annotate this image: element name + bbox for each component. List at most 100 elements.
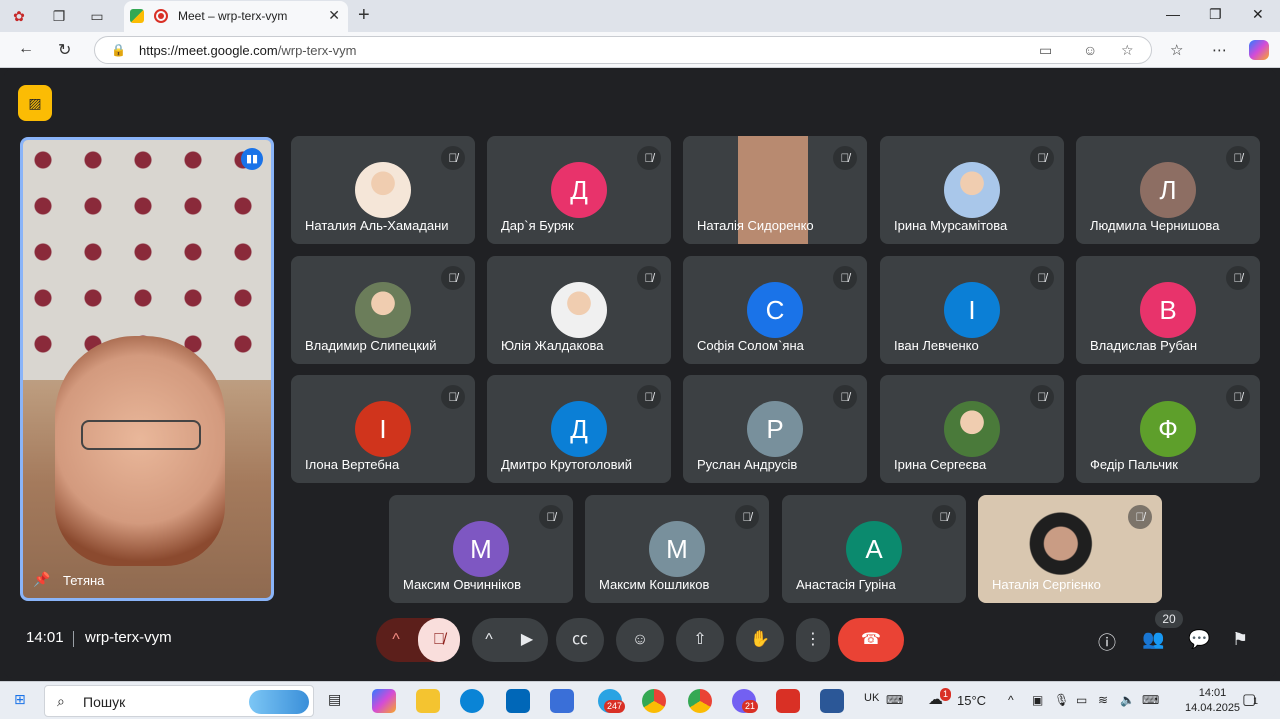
restore-icon[interactable]: ❐	[1209, 6, 1222, 23]
close-tab-icon[interactable]: ✕	[328, 7, 340, 24]
participant-avatar-photo	[355, 162, 411, 218]
muted-mic-icon: 🎙̸	[1128, 505, 1152, 529]
people-icon[interactable]: 👥	[1142, 629, 1164, 650]
keyboard-layout-icon[interactable]: ⌨	[1142, 693, 1159, 707]
raise-hand-button[interactable]: ✋	[736, 618, 784, 662]
camera-button[interactable]: ▶	[506, 618, 548, 662]
reload-icon[interactable]: ↻	[58, 40, 71, 60]
participant-tile[interactable]: 🎙̸ Юлія Жалдакова	[487, 256, 671, 364]
edge-icon[interactable]	[460, 689, 484, 713]
present-button[interactable]: ⇧	[676, 618, 724, 662]
close-window-icon[interactable]: ✕	[1252, 6, 1264, 23]
participant-tile[interactable]: Л 🎙̸ Людмила Чернишова	[1076, 136, 1260, 244]
captions-button[interactable]: ㏄	[556, 618, 604, 662]
more-options-button[interactable]: ⋮	[796, 618, 830, 662]
address-bar[interactable]: 🔒 https://meet.google.com/wrp-terx-vym ▭…	[94, 36, 1152, 64]
audio-options-chevron-icon[interactable]: ^	[376, 618, 416, 662]
participant-tile[interactable]: 🎙̸ Владимир Слипецкий	[291, 256, 475, 364]
participant-tile[interactable]: І 🎙̸ Іван Левченко	[880, 256, 1064, 364]
favorites-icon[interactable]: ☆	[1170, 41, 1183, 59]
keyboard-icon[interactable]: ⌨	[886, 693, 903, 707]
participant-tile[interactable]: 🎙̸ Наталія Сергієнко	[978, 495, 1162, 603]
participant-avatar: С	[747, 282, 803, 338]
participant-tile[interactable]: 🎙̸ Ірина Сергеєва	[880, 375, 1064, 483]
tray-date: 14.04.2025	[1185, 702, 1241, 714]
participant-tile[interactable]: Д 🎙̸ Дмитро Крутоголовий	[487, 375, 671, 483]
meeting-info-icon[interactable]: ⓘ	[1098, 629, 1116, 655]
participant-avatar-photo	[355, 282, 411, 338]
more-menu-icon[interactable]: ⋯	[1212, 41, 1227, 59]
camera-off-badge-icon[interactable]: ▨	[18, 85, 52, 121]
copilot-taskbar-icon[interactable]	[372, 689, 396, 713]
volume-icon[interactable]: 🔈	[1120, 693, 1135, 707]
activities-icon[interactable]: ⚑	[1232, 629, 1248, 650]
participant-name: Анастасія Гуріна	[796, 577, 896, 592]
participant-tile[interactable]: Д 🎙̸ Дар`я Буряк	[487, 136, 671, 244]
new-tab-icon[interactable]: +	[358, 4, 370, 27]
workspaces-icon[interactable]: ❐	[48, 6, 70, 26]
profile-icon[interactable]: ✿	[8, 6, 30, 26]
start-windows-icon[interactable]: ⊞	[14, 691, 26, 711]
pin-icon[interactable]: 📌	[33, 571, 50, 588]
tray-chevron-icon[interactable]: ^	[1008, 693, 1014, 707]
self-video-tile[interactable]: ▮▮ 📌 Тетяна	[20, 137, 274, 601]
chrome-icon[interactable]	[642, 689, 666, 713]
tray-clock[interactable]: 14:01 14.04.2025	[1185, 686, 1240, 716]
copilot-icon[interactable]	[1249, 40, 1269, 60]
muted-mic-icon: 🎙̸	[1030, 146, 1054, 170]
lock-icon[interactable]: 🔒	[111, 43, 126, 57]
chrome-profile-icon[interactable]	[688, 689, 712, 713]
participant-tile[interactable]: Р 🎙̸ Руслан Андрусів	[683, 375, 867, 483]
taskbar-search[interactable]: ⌕ Пошук	[44, 685, 314, 717]
self-video-glasses	[81, 420, 201, 450]
acrobat-icon[interactable]	[776, 689, 800, 713]
participant-avatar: М	[453, 521, 509, 577]
participant-tile[interactable]: В 🎙̸ Владислав Рубан	[1076, 256, 1260, 364]
participant-name: Федір Пальчик	[1090, 457, 1178, 472]
participant-tile[interactable]: 🎙̸ Наталия Аль-Хамадани	[291, 136, 475, 244]
mic-off-button[interactable]: 🎙̸	[418, 618, 460, 662]
participant-tile[interactable]: А 🎙̸ Анастасія Гуріна	[782, 495, 966, 603]
participant-name: Ілона Вертебна	[305, 457, 400, 472]
camera-tray-icon[interactable]: ▣	[1032, 693, 1043, 707]
participant-tile[interactable]: Ф 🎙̸ Федір Пальчик	[1076, 375, 1260, 483]
task-view-icon[interactable]: ▤	[328, 691, 341, 711]
minimize-icon[interactable]: —	[1166, 6, 1180, 22]
video-options-chevron-icon[interactable]: ^	[472, 618, 506, 662]
participant-tile[interactable]: І 🎙̸ Ілона Вертебна	[291, 375, 475, 483]
chat-icon[interactable]: 💬	[1188, 629, 1210, 650]
tab-meet[interactable]: Meet – wrp-terx-vym ✕	[124, 1, 348, 32]
muted-mic-icon: 🎙̸	[441, 385, 465, 409]
back-icon[interactable]: ←	[18, 40, 34, 58]
search-icon: ⌕	[57, 693, 65, 709]
favorite-star-icon[interactable]: ☆	[1121, 42, 1134, 59]
word-icon[interactable]	[820, 689, 844, 713]
file-explorer-icon[interactable]	[416, 689, 440, 713]
read-aloud-icon[interactable]: ☺	[1083, 42, 1097, 58]
participant-tile[interactable]: С 🎙̸ Софія Солом`яна	[683, 256, 867, 364]
muted-mic-icon: 🎙̸	[735, 505, 759, 529]
battery-icon[interactable]: ▭	[1076, 693, 1087, 707]
participant-avatar-photo	[944, 162, 1000, 218]
outlook-icon[interactable]	[506, 689, 530, 713]
participant-name: Владимир Слипецкий	[305, 338, 437, 353]
participant-tile[interactable]: М 🎙̸ Максим Овчинніков	[389, 495, 573, 603]
reactions-button[interactable]: ☺	[616, 618, 664, 662]
participant-tile[interactable]: М 🎙̸ Максим Кошликов	[585, 495, 769, 603]
camera-in-use-icon[interactable]: ▭	[1039, 42, 1052, 59]
participant-tile[interactable]: 🎙̸ Ірина Мурсамітова	[880, 136, 1064, 244]
mic-tray-icon[interactable]: 🎙	[1054, 693, 1069, 707]
wifi-icon[interactable]: ≋	[1098, 693, 1108, 707]
store-icon[interactable]	[550, 689, 574, 713]
muted-mic-icon: 🎙̸	[1226, 385, 1250, 409]
self-name: Тетяна	[63, 573, 105, 588]
divider	[73, 631, 74, 647]
muted-mic-icon: 🎙̸	[1030, 266, 1054, 290]
weather-temp[interactable]: 15°C	[957, 693, 986, 708]
language-indicator[interactable]: UK	[864, 692, 879, 704]
muted-mic-icon: 🎙̸	[441, 266, 465, 290]
weather-badge: 1	[940, 688, 952, 701]
participant-tile[interactable]: 🎙̸ Наталія Сидоренко	[683, 136, 867, 244]
tab-actions-icon[interactable]: ▭	[86, 6, 108, 26]
leave-call-button[interactable]: ☎	[838, 618, 904, 662]
